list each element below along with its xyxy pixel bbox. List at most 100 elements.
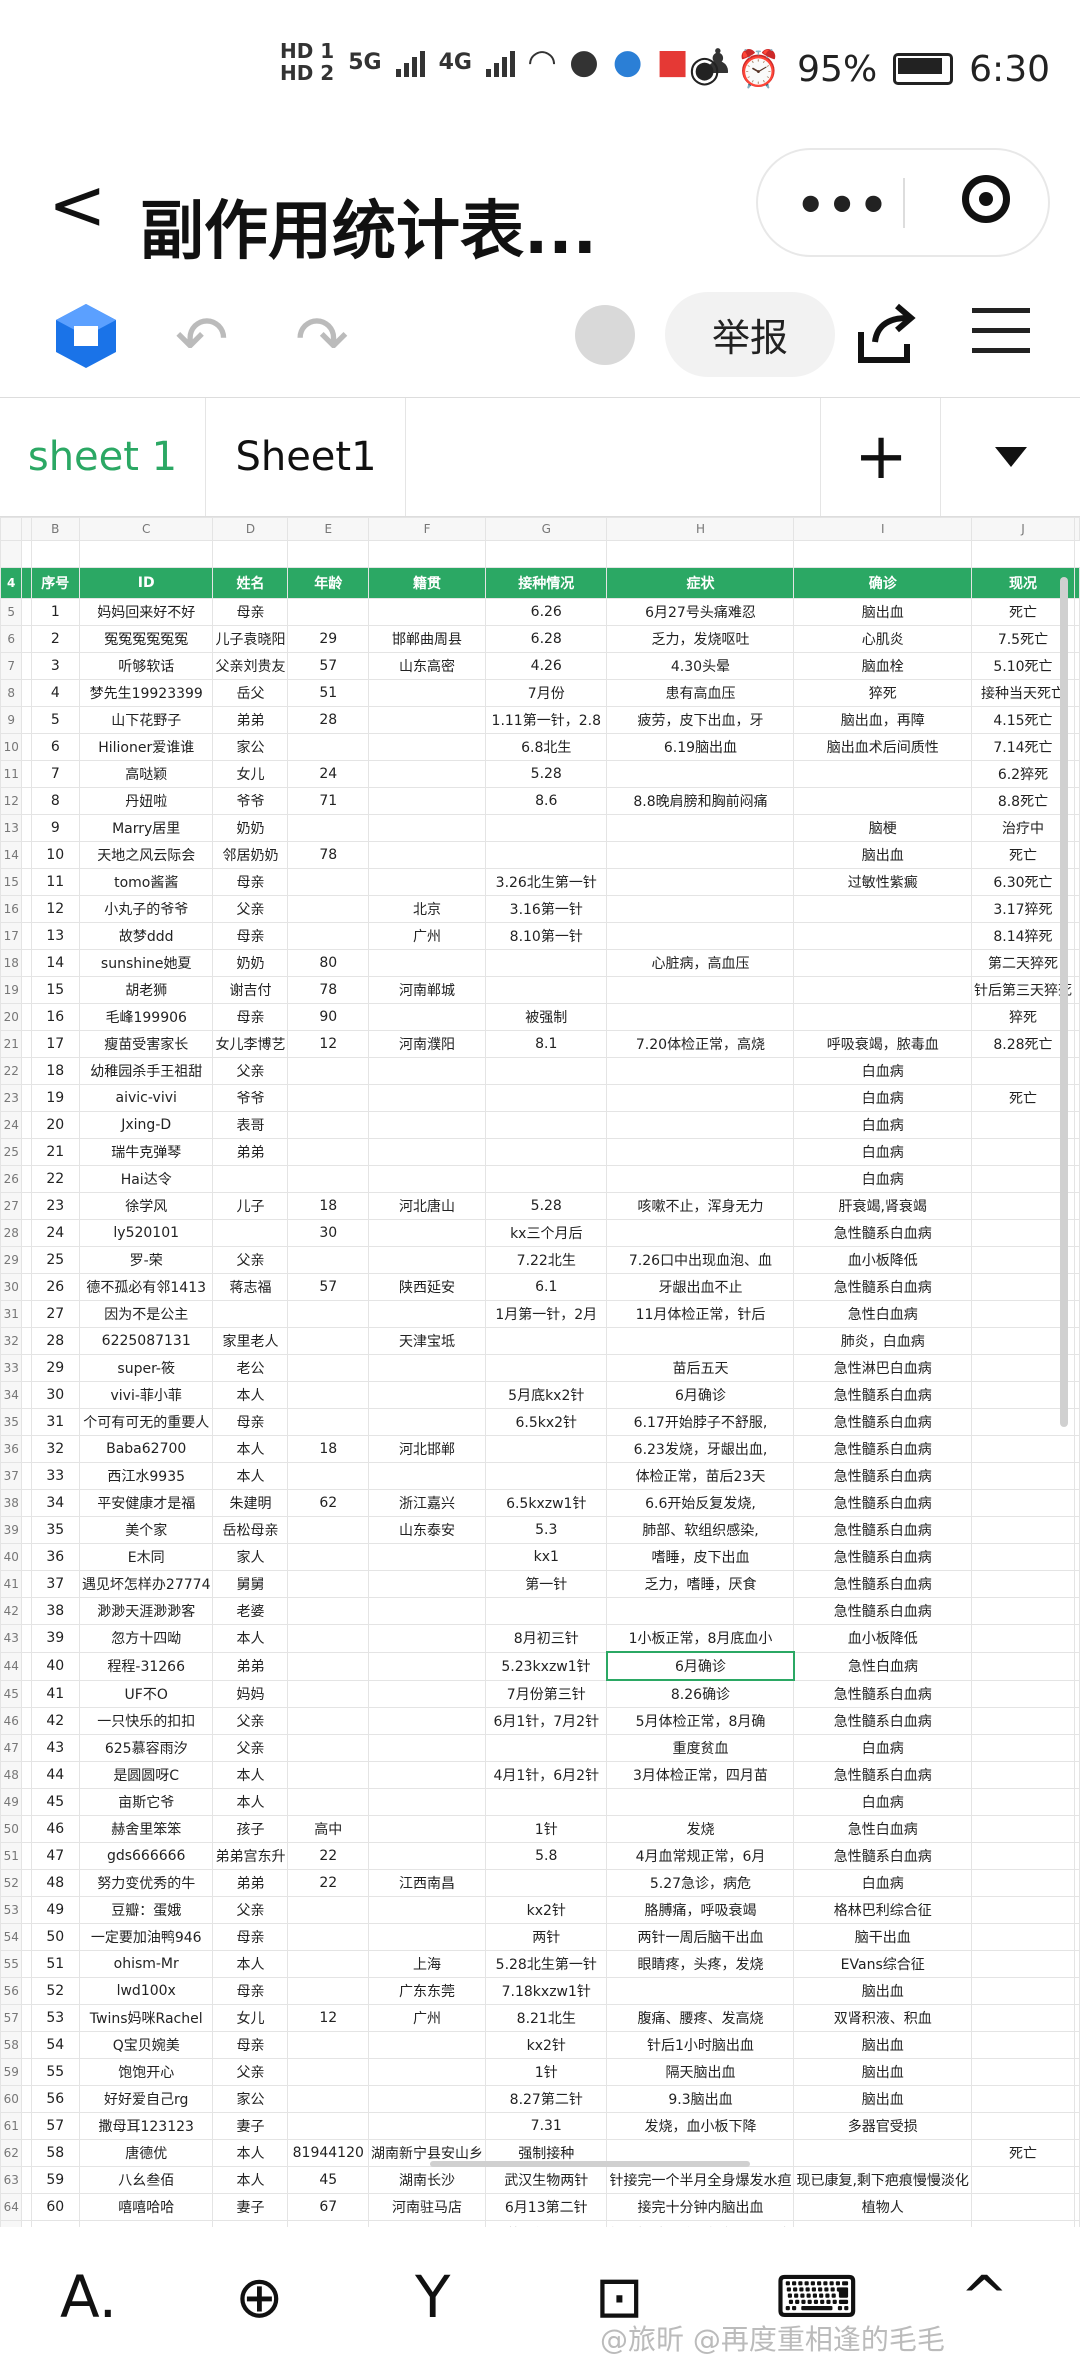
table-cell[interactable] xyxy=(287,1570,370,1598)
table-cell[interactable]: 两针 xyxy=(485,1923,608,1951)
table-cell[interactable] xyxy=(368,949,487,977)
table-cell[interactable]: 7.22北生 xyxy=(485,1246,608,1274)
table-cell[interactable]: 急性髓系白血病 xyxy=(793,1597,972,1625)
table-cell[interactable]: 弟弟 xyxy=(212,1651,289,1681)
table-cell[interactable]: 脑出血，再障 xyxy=(793,706,972,734)
table-cell[interactable]: 德不孤必有邻1413 xyxy=(78,1273,214,1301)
table-cell[interactable]: 6.1 xyxy=(485,1273,608,1301)
table-cell[interactable] xyxy=(368,1354,487,1382)
table-cell[interactable]: 1月第一针，2月 xyxy=(485,1300,608,1328)
table-cell[interactable]: 81944120 xyxy=(287,2139,370,2167)
table-cell[interactable] xyxy=(368,1165,487,1193)
row-number[interactable]: 5 xyxy=(0,598,23,626)
table-cell[interactable] xyxy=(606,1597,795,1625)
back-button[interactable]: < xyxy=(48,170,107,240)
table-cell[interactable] xyxy=(287,1462,370,1490)
table-cell[interactable]: 冤冤冤冤冤冤 xyxy=(78,625,214,653)
table-cell[interactable] xyxy=(287,1246,370,1274)
table-cell[interactable]: 天地之风云际会 xyxy=(78,841,214,869)
table-cell[interactable]: 呼吸衰竭，脓毒血 xyxy=(793,1030,972,1058)
expand-up-icon[interactable]: ^ xyxy=(960,2268,1009,2326)
table-cell[interactable]: 25 xyxy=(287,2220,370,2227)
table-cell[interactable]: 18 xyxy=(287,1192,370,1220)
table-cell[interactable]: 上海 xyxy=(368,1950,487,1978)
table-cell[interactable] xyxy=(287,868,370,896)
table-cell[interactable]: 邯郸曲周县 xyxy=(368,625,487,653)
table-cell[interactable]: 山东泰安 xyxy=(368,1516,487,1544)
table-cell[interactable]: 急性髓系白血病 xyxy=(793,1761,972,1789)
table-cell[interactable]: kx2针 xyxy=(485,1896,608,1924)
row-number[interactable]: 62 xyxy=(0,2139,23,2167)
table-cell[interactable]: 弟弟 xyxy=(212,1138,289,1166)
table-cell[interactable] xyxy=(970,1651,1076,1681)
table-cell[interactable]: 植物人 xyxy=(793,2193,972,2221)
row-number[interactable]: 49 xyxy=(0,1788,23,1816)
table-cell[interactable]: 嘻嘻哈哈 xyxy=(78,2193,214,2221)
table-cell[interactable]: 31 xyxy=(30,1408,80,1436)
table-cell[interactable]: 平安健康才是福 xyxy=(78,1489,214,1517)
row-number[interactable]: 6 xyxy=(0,625,23,653)
row-number[interactable]: 43 xyxy=(0,1624,23,1653)
table-cell[interactable]: 白血病 xyxy=(793,1165,972,1193)
row-number[interactable]: 51 xyxy=(0,1842,23,1870)
table-cell[interactable] xyxy=(287,1624,370,1653)
table-cell[interactable] xyxy=(970,1543,1076,1571)
table-cell[interactable]: 母亲 xyxy=(212,1923,289,1951)
table-cell[interactable] xyxy=(970,1896,1076,1924)
table-cell[interactable]: 湖南长沙 xyxy=(368,2166,487,2194)
table-cell[interactable]: 58 xyxy=(30,2139,80,2167)
table-cell[interactable]: 3.26北生第一针 xyxy=(485,868,608,896)
table-cell[interactable]: 49 xyxy=(30,1896,80,1924)
table-cell[interactable]: 急性白血病 xyxy=(793,1651,972,1681)
table-cell[interactable] xyxy=(212,1219,289,1247)
table-cell[interactable]: 急性髓系白血病 xyxy=(793,1679,972,1708)
table-cell[interactable] xyxy=(970,1761,1076,1789)
table-cell[interactable]: 家里老人 xyxy=(212,1327,289,1355)
table-cell[interactable]: 本人 xyxy=(212,1435,289,1463)
row-number[interactable]: 28 xyxy=(0,1219,23,1247)
table-cell[interactable]: 62 xyxy=(287,1489,370,1517)
table-cell[interactable]: 7月份 xyxy=(485,679,608,707)
row-number[interactable]: 31 xyxy=(0,1300,23,1328)
table-cell[interactable]: 河南濮阳 xyxy=(368,1030,487,1058)
table-cell[interactable]: 44 xyxy=(30,1761,80,1789)
table-cell[interactable]: 母亲 xyxy=(212,1977,289,2005)
table-cell[interactable]: 发烧，血小板下降 xyxy=(606,2112,795,2140)
table-cell[interactable]: 白血病 xyxy=(793,1057,972,1085)
tab-sheet-1[interactable]: sheet 1 xyxy=(0,398,205,516)
table-cell[interactable]: 5 xyxy=(30,706,80,734)
table-cell[interactable]: 10 xyxy=(30,841,80,869)
row-number[interactable]: 12 xyxy=(0,787,23,815)
table-cell[interactable]: 一只快乐的扣扣 xyxy=(78,1707,214,1735)
table-cell[interactable]: 17 xyxy=(30,1030,80,1058)
table-cell[interactable]: 8 xyxy=(30,787,80,815)
table-cell[interactable]: 59 xyxy=(30,2166,80,2194)
table-cell[interactable]: vivi-菲小菲 xyxy=(78,1381,214,1409)
table-cell[interactable]: 猝死 xyxy=(793,679,972,707)
table-cell[interactable]: 57 xyxy=(287,1273,370,1301)
row-number[interactable]: 55 xyxy=(0,1950,23,1978)
row-number[interactable]: 13 xyxy=(0,814,23,842)
table-cell[interactable] xyxy=(485,841,608,869)
table-cell[interactable]: 60 xyxy=(30,2193,80,2221)
table-cell[interactable] xyxy=(970,1869,1076,1897)
table-cell[interactable]: 48 xyxy=(30,1869,80,1897)
table-cell[interactable] xyxy=(368,1896,487,1924)
table-cell[interactable]: 脑出血 xyxy=(793,841,972,869)
column-header[interactable]: 序号 xyxy=(30,567,80,599)
table-cell[interactable] xyxy=(368,868,487,896)
table-cell[interactable] xyxy=(793,2139,972,2167)
table-cell[interactable]: 家公 xyxy=(212,2085,289,2113)
table-cell[interactable]: 朱建明 xyxy=(212,1489,289,1517)
table-cell[interactable]: 唐德优 xyxy=(78,2139,214,2167)
table-cell[interactable]: Q宝贝婉美 xyxy=(78,2031,214,2059)
table-cell[interactable] xyxy=(368,1219,487,1247)
table-cell[interactable]: Baba62700 xyxy=(78,1435,214,1463)
table-cell[interactable]: 57 xyxy=(30,2112,80,2140)
table-cell[interactable]: 急性白血病 xyxy=(793,1815,972,1843)
empty-cell[interactable] xyxy=(368,540,487,568)
table-cell[interactable]: 52 xyxy=(30,1977,80,2005)
row-number[interactable]: 59 xyxy=(0,2058,23,2086)
row-number[interactable]: 47 xyxy=(0,1734,23,1762)
table-cell[interactable]: 急性髓系白血病 xyxy=(793,1543,972,1571)
